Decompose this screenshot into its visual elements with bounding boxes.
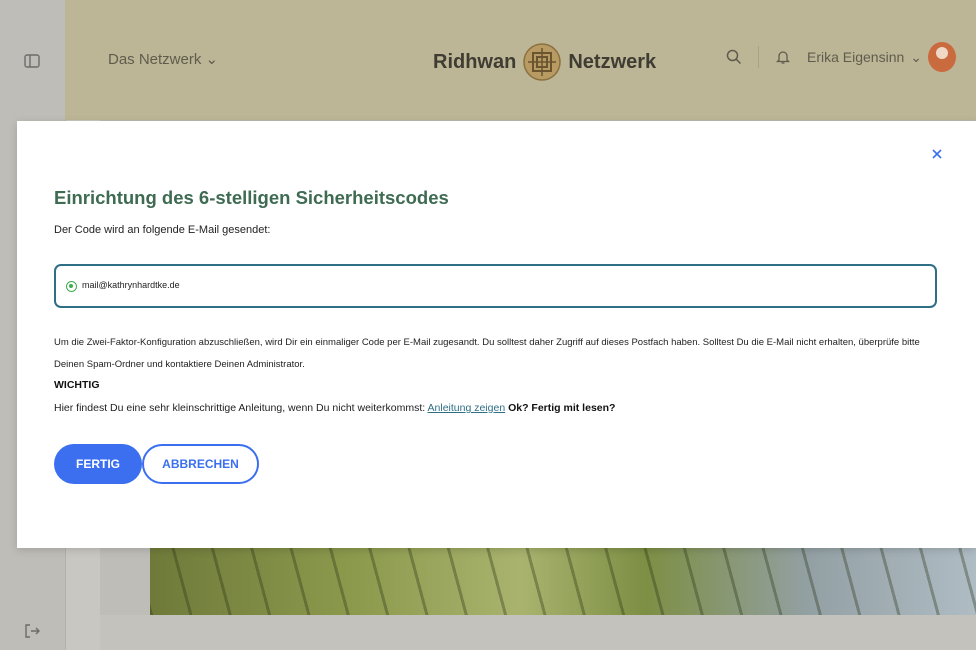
content-footer: [100, 615, 976, 650]
avatar: [928, 42, 956, 72]
sidebar-toggle-icon[interactable]: [23, 52, 41, 70]
important-heading: WICHTIG: [54, 379, 100, 391]
network-menu[interactable]: Das Netzwerk ⌄: [108, 50, 218, 68]
brand-logo[interactable]: Ridhwan Netzwerk: [433, 40, 656, 84]
bell-icon[interactable]: [775, 49, 791, 65]
cancel-button[interactable]: ABBRECHEN: [142, 444, 259, 484]
user-menu[interactable]: Erika Eigensinn ⌄: [807, 42, 956, 72]
email-radio[interactable]: [66, 281, 77, 292]
chevron-down-icon: ⌄: [910, 48, 922, 65]
user-name: Erika Eigensinn: [806, 49, 905, 65]
chevron-down-icon: ⌄: [205, 51, 219, 68]
search-icon[interactable]: [726, 49, 742, 65]
two-factor-setup-dialog: Einrichtung des 6-stelligen Sicherheitsc…: [17, 121, 976, 548]
close-icon[interactable]: [930, 147, 944, 161]
guide-hint-suffix: Ok? Fertig mit lesen?: [508, 402, 616, 414]
brand-left-text: Ridhwan: [433, 50, 517, 73]
email-address: mail@kathrynhardtke.de: [82, 280, 180, 290]
brand-right-text: Netzwerk: [568, 50, 657, 73]
instructions-text: Um die Zwei-Faktor-Konfiguration abzusch…: [54, 337, 920, 370]
email-option[interactable]: mail@kathrynhardtke.de: [54, 264, 937, 308]
knot-logo-icon: [523, 43, 562, 81]
hero-image: [150, 545, 976, 615]
guide-hint-text: Hier findest Du eine sehr kleinschrittig…: [54, 402, 426, 414]
header-divider: [757, 46, 759, 68]
network-menu-label: Das Netzwerk: [108, 51, 202, 68]
content-gutter: [100, 545, 150, 615]
guide-hint: Hier findest Du eine sehr kleinschrittig…: [54, 402, 615, 414]
done-button[interactable]: FERTIG: [54, 444, 142, 484]
guide-link[interactable]: Anleitung zeigen: [428, 402, 506, 414]
header-actions: Erika Eigensinn ⌄: [726, 42, 956, 72]
logout-icon[interactable]: [23, 622, 41, 640]
dialog-title: Einrichtung des 6-stelligen Sicherheitsc…: [54, 187, 449, 208]
dialog-subtitle: Der Code wird an folgende E-Mail gesende…: [54, 224, 271, 236]
top-navigation: Das Netzwerk ⌄ Ridhwan Netzwerk Erika Ei…: [65, 0, 976, 120]
